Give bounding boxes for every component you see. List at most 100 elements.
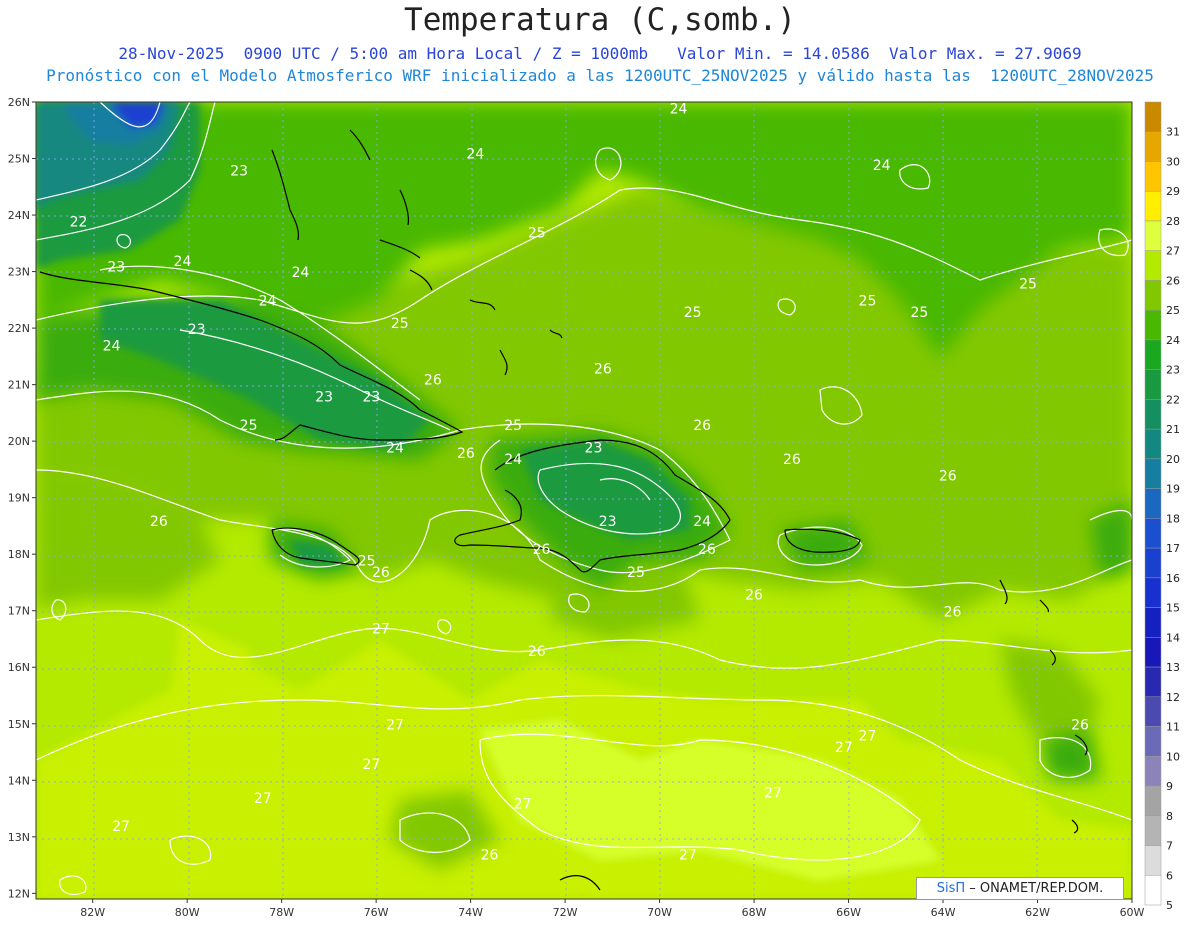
contour-label: 22 xyxy=(70,214,88,230)
colorbar-label: 11 xyxy=(1166,721,1180,734)
lat-tick-label: 23N xyxy=(8,266,30,279)
lon-tick-label: 68W xyxy=(742,906,767,919)
contour-label: 26 xyxy=(693,418,711,434)
lat-tick-label: 19N xyxy=(8,492,30,505)
colorbar-label: 5 xyxy=(1166,899,1173,912)
lat-tick-label: 12N xyxy=(8,887,30,900)
colorbar-label: 14 xyxy=(1166,631,1180,644)
colorbar-swatch xyxy=(1144,845,1162,876)
brand-logo: SisΠ xyxy=(936,881,966,896)
colorbar-label: 12 xyxy=(1166,691,1180,704)
contour-label: 25 xyxy=(528,226,546,242)
colorbar-label: 6 xyxy=(1166,869,1173,882)
colorbar-swatch xyxy=(1144,458,1162,489)
lat-tick-label: 21N xyxy=(8,379,30,392)
colorbar-swatch xyxy=(1144,756,1162,787)
colorbar-swatch xyxy=(1144,815,1162,846)
contour-label: 25 xyxy=(240,418,258,434)
lon-tick-label: 76W xyxy=(364,906,389,919)
lat-tick-label: 20N xyxy=(8,435,30,448)
contour-label: 26 xyxy=(745,587,763,603)
colorbar-label: 26 xyxy=(1166,274,1180,287)
colorbar-swatch xyxy=(1144,637,1162,668)
colorbar-swatch xyxy=(1144,785,1162,817)
contour-label: 26 xyxy=(594,361,612,377)
lon-tick-label: 62W xyxy=(1025,906,1050,919)
contour-label: 27 xyxy=(254,791,272,807)
colorbar-swatch xyxy=(1144,696,1162,727)
colorbar-swatch xyxy=(1144,339,1162,370)
contour-label: 23 xyxy=(585,440,603,456)
lat-tick-label: 15N xyxy=(8,718,30,731)
contour-label: 26 xyxy=(939,469,957,485)
lon-tick-label: 64W xyxy=(931,906,956,919)
lon-tick-label: 78W xyxy=(269,906,294,919)
colorbar: 31 30 29 28 27 26 25 24 23 22 21 20 19 18 17 16 15 14 13 12… xyxy=(1144,101,1180,912)
contour-label: 23 xyxy=(315,390,333,406)
contour-label: 25 xyxy=(1019,277,1037,293)
contour-label: 23 xyxy=(107,260,125,276)
colorbar-label: 29 xyxy=(1166,185,1180,198)
contour-label: 27 xyxy=(859,729,877,745)
colorbar-label: 8 xyxy=(1166,810,1173,823)
lat-tick-label: 24N xyxy=(8,209,30,222)
colorbar-swatch xyxy=(1144,190,1162,222)
lon-tick-label: 60W xyxy=(1120,906,1145,919)
colorbar-swatch xyxy=(1144,518,1162,549)
contour-label: 24 xyxy=(386,440,404,456)
colorbar-label: 24 xyxy=(1166,334,1180,347)
map-figure: 26N 25N 24N 23N 22N 21N 20N 19N 18N 17N 16N 15N 14N 1… xyxy=(8,96,1180,919)
colorbar-label: 9 xyxy=(1166,780,1173,793)
colorbar-swatch xyxy=(1144,101,1162,132)
contour-label: 23 xyxy=(188,322,206,338)
contour-label: 24 xyxy=(292,265,310,281)
contour-label: 26 xyxy=(1071,717,1089,733)
contour-label: 25 xyxy=(684,305,702,321)
contour-label: 27 xyxy=(514,797,532,813)
lat-tick-label: 25N xyxy=(8,153,30,166)
colorbar-swatch xyxy=(1144,607,1162,638)
colorbar-swatch xyxy=(1144,577,1162,608)
contour-label: 27 xyxy=(386,717,404,733)
colorbar-label: 28 xyxy=(1166,215,1180,228)
contour-label: 24 xyxy=(103,339,121,355)
credit-text: – ONAMET/REP.DOM. xyxy=(969,881,1104,896)
colorbar-label: 25 xyxy=(1166,304,1180,317)
colorbar-label: 30 xyxy=(1166,155,1180,168)
contour-label: 25 xyxy=(910,305,928,321)
latitude-axis: 26N 25N 24N 23N 22N 21N 20N 19N 18N 17N 16N 15N 14N 1… xyxy=(8,96,36,900)
contour-label: 26 xyxy=(944,604,962,620)
lat-tick-label: 22N xyxy=(8,322,30,335)
lon-tick-label: 74W xyxy=(458,906,483,919)
lon-tick-label: 70W xyxy=(647,906,672,919)
colorbar-label: 16 xyxy=(1166,572,1180,585)
colorbar-swatch xyxy=(1144,399,1162,430)
colorbar-label: 7 xyxy=(1166,840,1173,853)
contour-label: 27 xyxy=(679,847,697,863)
colorbar-swatch xyxy=(1144,488,1162,519)
lat-tick-label: 13N xyxy=(8,831,30,844)
lat-tick-label: 14N xyxy=(8,774,30,787)
temperature-field xyxy=(36,102,1132,899)
lon-tick-label: 80W xyxy=(175,906,200,919)
contour-label: 26 xyxy=(457,446,475,462)
lat-tick-label: 26N xyxy=(8,96,30,109)
contour-label: 23 xyxy=(599,514,617,530)
lon-tick-label: 82W xyxy=(80,906,105,919)
colorbar-swatch xyxy=(1144,309,1162,341)
contour-label: 26 xyxy=(528,644,546,660)
colorbar-swatch xyxy=(1144,369,1162,400)
colorbar-swatch xyxy=(1144,131,1162,162)
colorbar-swatch xyxy=(1144,547,1162,579)
lat-tick-label: 16N xyxy=(8,661,30,674)
contour-label: 24 xyxy=(670,101,688,117)
contour-label: 25 xyxy=(859,293,877,309)
contour-label: 27 xyxy=(112,819,130,835)
colorbar-swatch xyxy=(1144,161,1162,192)
colorbar-swatch xyxy=(1144,250,1162,281)
contour-label: 26 xyxy=(481,847,499,863)
contour-label: 27 xyxy=(764,785,782,801)
colorbar-label: 15 xyxy=(1166,602,1180,615)
contour-label: 24 xyxy=(693,514,711,530)
credit-box: SisΠ – ONAMET/REP.DOM. xyxy=(916,877,1124,900)
